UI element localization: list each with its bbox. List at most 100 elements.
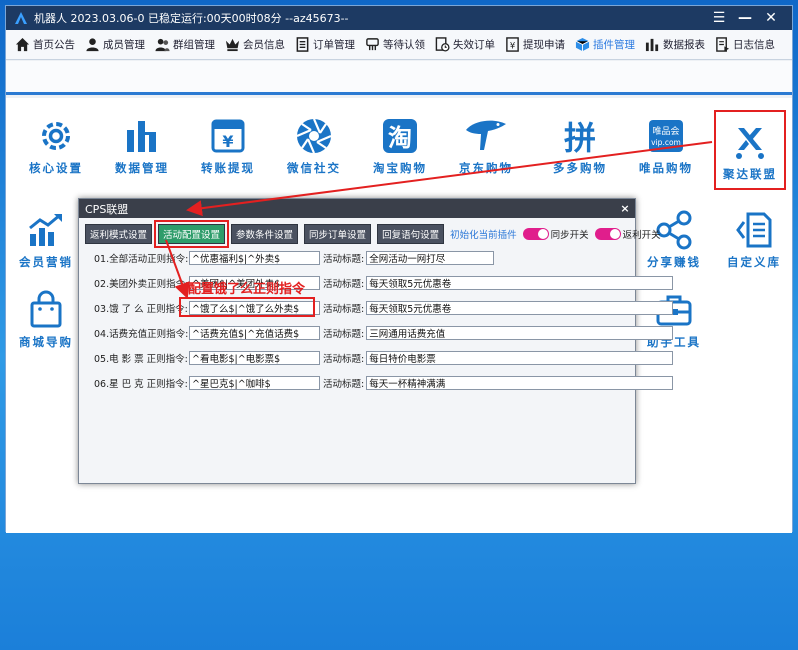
module-label: 数据管理 bbox=[115, 161, 169, 175]
toolbar-orders[interactable]: 订单管理 bbox=[290, 33, 360, 57]
log-icon bbox=[716, 37, 730, 52]
rule-title-input[interactable] bbox=[366, 351, 674, 365]
toolbar-logs[interactable]: 日志信息 bbox=[710, 33, 780, 57]
shopping-bag-icon bbox=[30, 290, 62, 328]
money-icon: ¥ bbox=[211, 119, 245, 153]
menu-button[interactable]: ☰ bbox=[706, 10, 732, 26]
module-label: 商城导购 bbox=[19, 335, 73, 349]
module-label: 京东购物 bbox=[459, 161, 513, 175]
rule-label: 05.电 影 票 正则指令: bbox=[94, 354, 188, 365]
title-label: 活动标题: bbox=[323, 379, 365, 390]
rebate-switch[interactable] bbox=[594, 228, 621, 240]
annotation-callout: 配置饿了么正则指令 bbox=[188, 282, 306, 297]
rule-title-input[interactable] bbox=[366, 301, 674, 315]
growth-chart-icon bbox=[29, 213, 62, 246]
info-strip bbox=[6, 61, 792, 95]
title-label: 活动标题: bbox=[323, 254, 365, 265]
tab-sync-orders[interactable]: 同步订单设置 bbox=[304, 224, 372, 244]
module-data-management[interactable]: 数据管理 bbox=[102, 112, 182, 184]
aperture-icon bbox=[296, 118, 332, 154]
tab-activity-config[interactable]: 活动配置设置 bbox=[154, 220, 230, 248]
toolbar-label: 群组管理 bbox=[173, 39, 215, 51]
module-jd[interactable]: 京东购物 bbox=[446, 112, 526, 184]
data-chart-icon bbox=[127, 121, 156, 152]
module-taobao[interactable]: 淘 淘宝购物 bbox=[360, 112, 440, 184]
toolbar-label: 提现申请 bbox=[523, 39, 565, 51]
dialog-title: CPS联盟 bbox=[85, 202, 129, 216]
bar-chart-icon bbox=[645, 38, 659, 52]
rule-row: 04.话费充值正则指令: 活动标题: bbox=[94, 326, 674, 340]
module-label: 会员营销 bbox=[19, 255, 73, 269]
module-label: 核心设置 bbox=[29, 161, 83, 175]
title-label: 活动标题: bbox=[323, 354, 365, 365]
module-core-settings[interactable]: 核心设置 bbox=[16, 112, 96, 184]
module-label: 微信社交 bbox=[287, 161, 341, 175]
module-custom-library[interactable]: 自定义库 bbox=[714, 206, 794, 278]
minimize-button[interactable]: — bbox=[732, 10, 758, 26]
module-withdraw[interactable]: ¥ 转账提现 bbox=[188, 112, 268, 184]
toolbar-members[interactable]: 成员管理 bbox=[80, 33, 150, 57]
toolbar-invalid-orders[interactable]: 失效订单 bbox=[430, 33, 500, 57]
module-helper-tools[interactable]: 助手工具 bbox=[634, 286, 714, 358]
rule-command-input[interactable] bbox=[189, 326, 320, 340]
rule-command-input[interactable] bbox=[189, 351, 320, 365]
title-label: 活动标题: bbox=[323, 304, 365, 315]
toolbar-plugins[interactable]: 插件管理 bbox=[570, 33, 640, 57]
init-plugin-link[interactable]: 初始化当前插件 bbox=[450, 227, 517, 241]
toolbar-groups[interactable]: 群组管理 bbox=[150, 33, 220, 57]
module-label: 转账提现 bbox=[201, 161, 255, 175]
svg-text:¥: ¥ bbox=[510, 40, 516, 50]
module-mall-guide[interactable]: 商城导购 bbox=[10, 286, 82, 358]
sync-toggle[interactable]: 同步开关 bbox=[522, 227, 589, 241]
sync-toggle-label: 同步开关 bbox=[550, 230, 589, 241]
svg-text:淘: 淘 bbox=[388, 124, 412, 152]
module-juda-alliance[interactable]: 聚达联盟 bbox=[714, 110, 786, 190]
module-label: 唯品购物 bbox=[639, 161, 693, 175]
tab-rebate-mode[interactable]: 返利模式设置 bbox=[85, 224, 153, 244]
toolbar-label: 失效订单 bbox=[453, 39, 495, 51]
clock-doc-icon bbox=[435, 37, 450, 52]
taobao-icon: 淘 bbox=[383, 119, 417, 153]
cps-dialog: CPS联盟 × 返利模式设置 活动配置设置 参数条件设置 同步订单设置 回复语句… bbox=[78, 198, 674, 484]
tab-reply-phrases[interactable]: 回复语句设置 bbox=[377, 224, 445, 244]
toolbar-label: 等待认领 bbox=[383, 39, 425, 51]
title-label: 活动标题: bbox=[323, 279, 365, 290]
module-share-earn[interactable]: 分享赚钱 bbox=[634, 206, 714, 278]
toolbar-label: 成员管理 bbox=[103, 39, 145, 51]
rule-row: 02.美团外卖正则指令: 活动标题: bbox=[94, 276, 674, 290]
rebate-toggle-label: 返利开关 bbox=[622, 230, 661, 241]
tab-param-conditions[interactable]: 参数条件设置 bbox=[231, 224, 299, 244]
toolbar-home[interactable]: 首页公告 bbox=[10, 33, 80, 57]
toolbar-withdraw[interactable]: ¥ 提现申请 bbox=[500, 33, 570, 57]
module-label: 聚达联盟 bbox=[723, 167, 777, 181]
module-pdd[interactable]: 拼 多多购物 bbox=[540, 112, 620, 184]
module-vip[interactable]: 唯品会 vip.com 唯品购物 bbox=[626, 112, 706, 184]
rule-title-input[interactable] bbox=[366, 326, 674, 340]
close-button[interactable]: ✕ bbox=[758, 10, 784, 26]
rule-label: 04.话费充值正则指令: bbox=[94, 329, 189, 340]
pdd-icon: 拼 bbox=[564, 119, 596, 156]
rebate-toggle[interactable]: 返利开关 bbox=[594, 227, 661, 241]
module-label: 分享赚钱 bbox=[647, 255, 701, 269]
rule-title-input[interactable] bbox=[366, 376, 674, 390]
module-label: 多多购物 bbox=[553, 161, 607, 175]
module-wechat[interactable]: 微信社交 bbox=[274, 112, 354, 184]
code-doc-icon bbox=[736, 212, 772, 248]
toolbar-member-info[interactable]: 会员信息 bbox=[220, 33, 290, 57]
rule-row: 01.全部活动正则指令: 活动标题: bbox=[94, 251, 495, 265]
gear-icon bbox=[42, 122, 70, 150]
dialog-close-button[interactable]: × bbox=[615, 202, 635, 215]
sync-switch[interactable] bbox=[522, 228, 549, 240]
highlight-eleme-input bbox=[179, 297, 315, 317]
toolbar-label: 会员信息 bbox=[243, 39, 285, 51]
dialog-titlebar: CPS联盟 × bbox=[79, 199, 635, 218]
toolbar-pending[interactable]: 等待认领 bbox=[360, 33, 430, 57]
rule-title-input[interactable] bbox=[366, 276, 674, 290]
module-member-marketing[interactable]: 会员营销 bbox=[10, 206, 82, 278]
toolbar-reports[interactable]: 数据报表 bbox=[640, 33, 710, 57]
rule-command-input[interactable] bbox=[189, 376, 320, 390]
rule-title-input[interactable] bbox=[366, 251, 495, 265]
rule-command-input[interactable] bbox=[189, 251, 320, 265]
svg-text:拼: 拼 bbox=[564, 119, 596, 156]
dialog-tabs: 返利模式设置 活动配置设置 参数条件设置 同步订单设置 回复语句设置 初始化当前… bbox=[79, 218, 661, 248]
